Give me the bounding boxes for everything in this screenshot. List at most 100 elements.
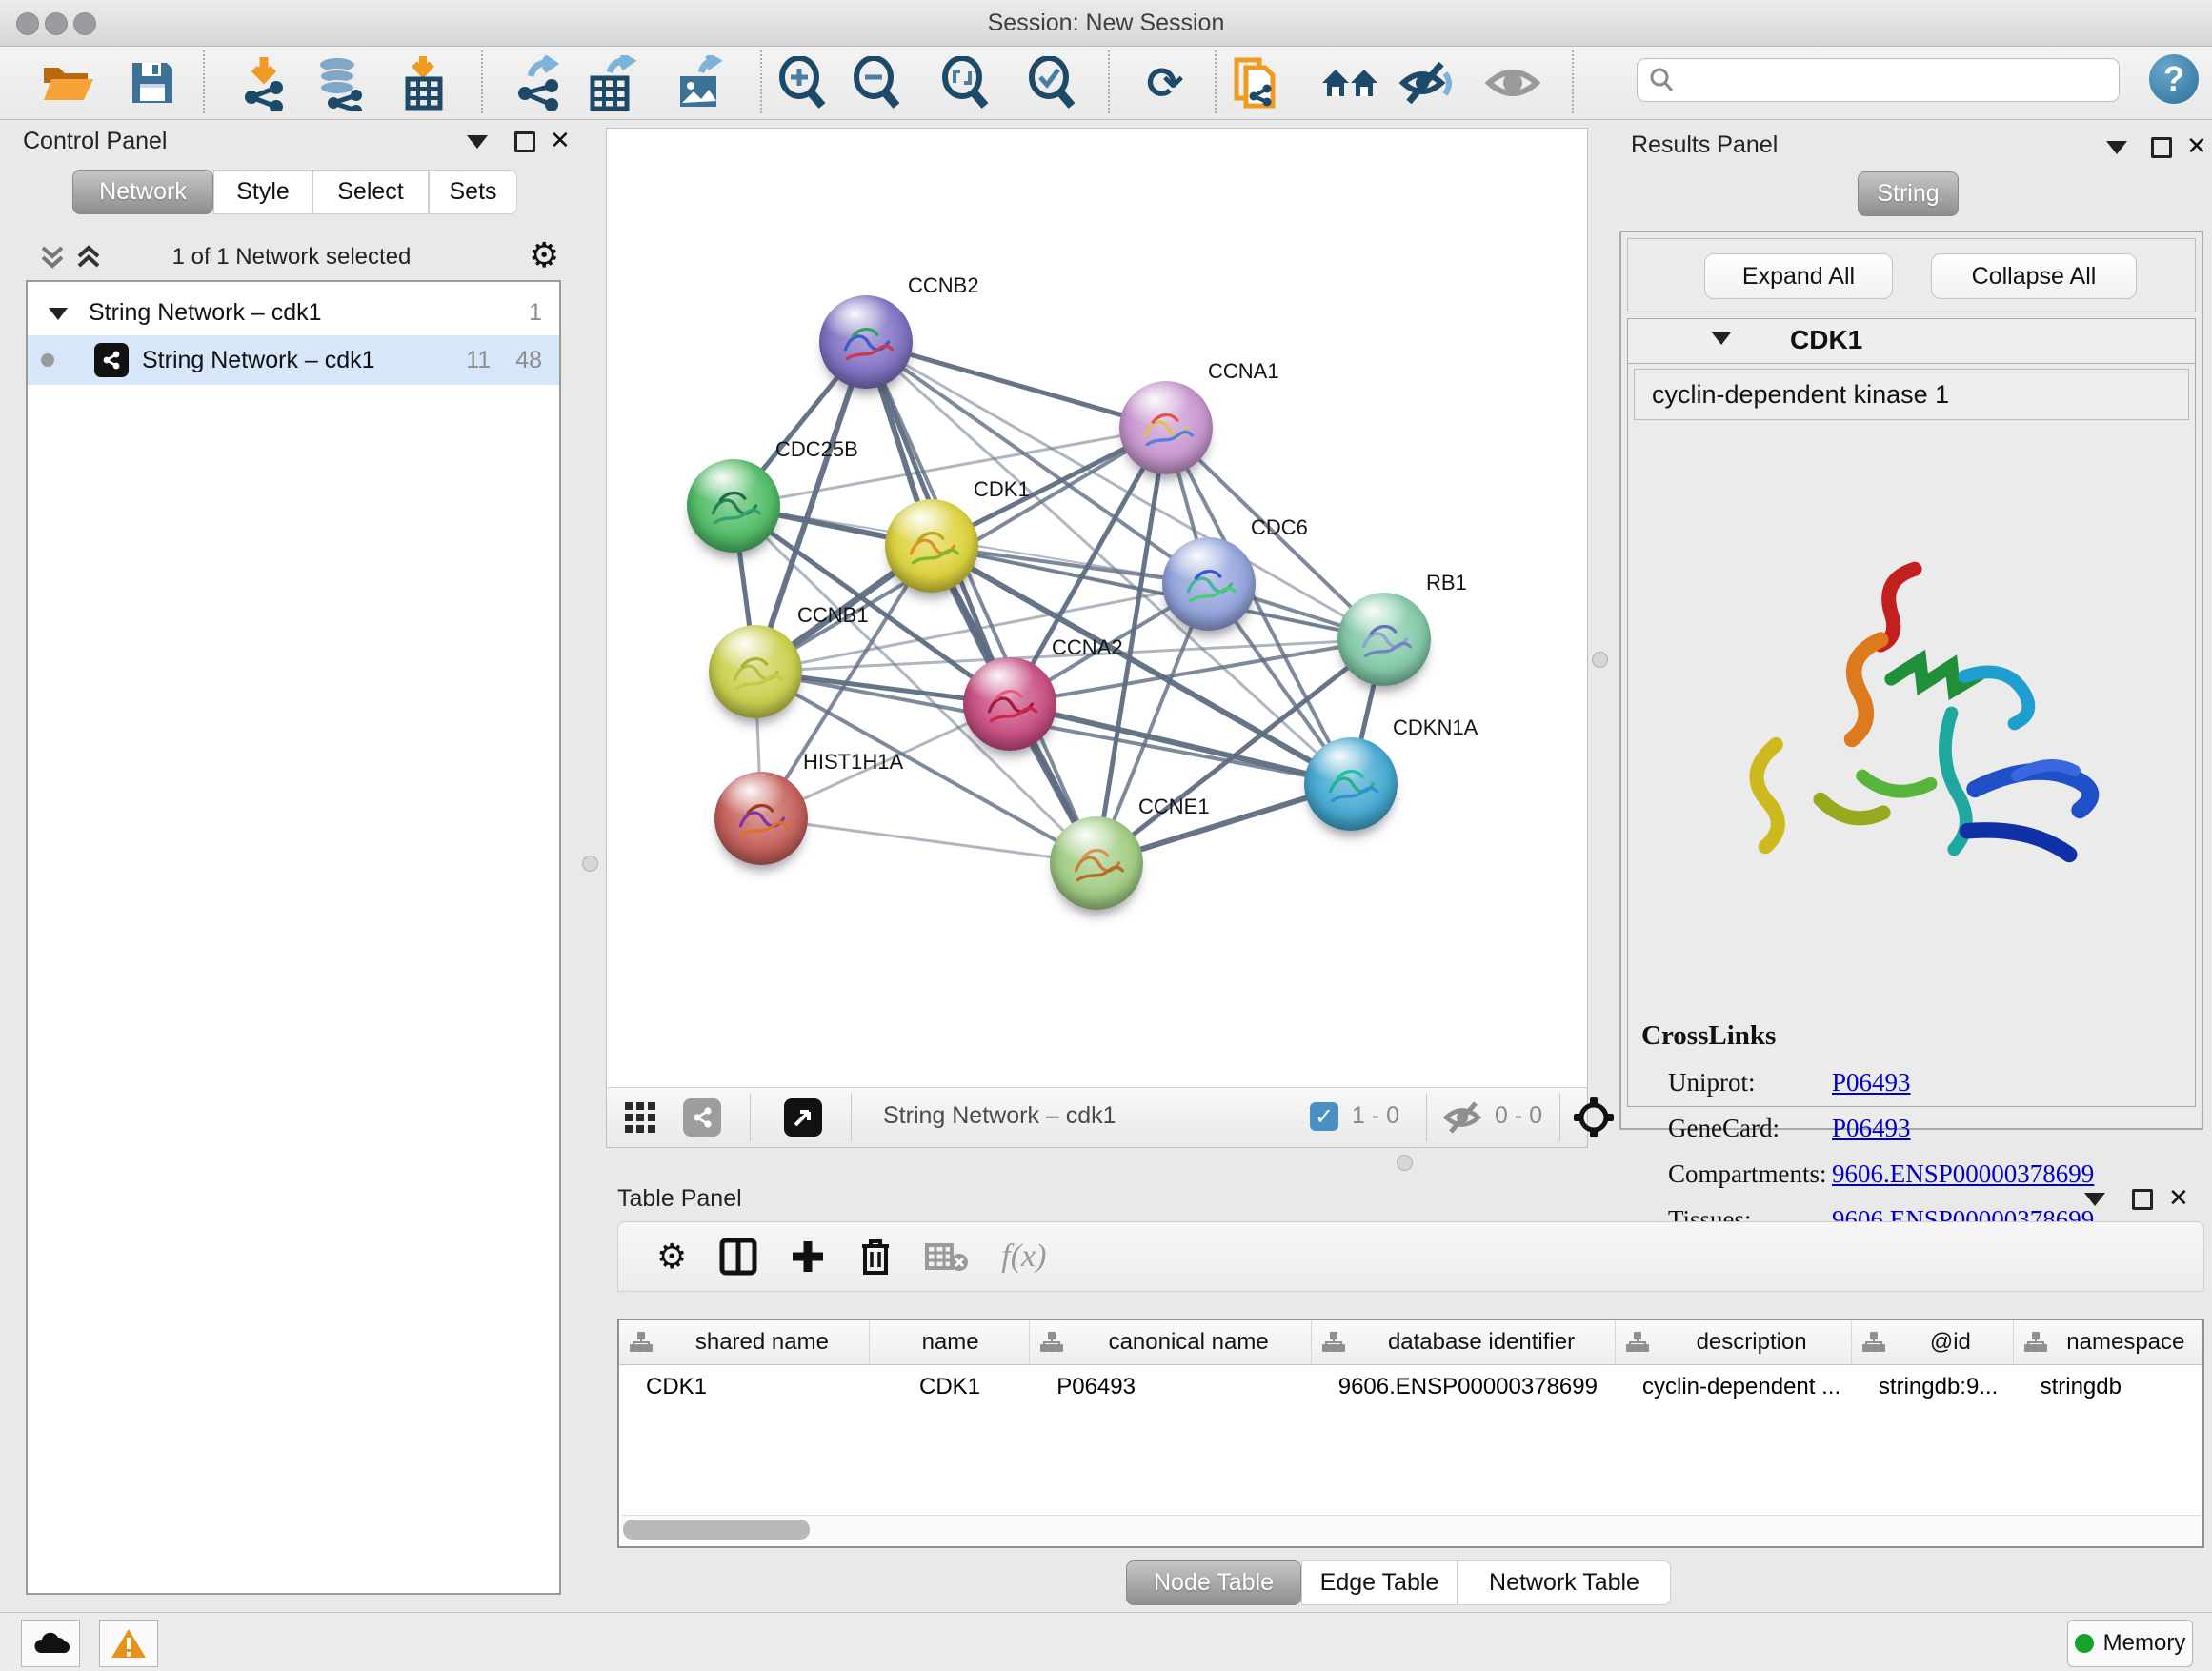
network-node-ccnb2[interactable]: [819, 295, 913, 389]
tab-style[interactable]: Style: [213, 170, 312, 214]
table-cell[interactable]: CDK1: [870, 1365, 1030, 1409]
column-header[interactable]: canonical name: [1030, 1320, 1311, 1364]
search-box[interactable]: [1637, 58, 2120, 102]
network-node-ccne1[interactable]: [1050, 816, 1143, 910]
column-header[interactable]: database identifier: [1312, 1320, 1616, 1364]
column-header[interactable]: name: [870, 1320, 1031, 1364]
column-visibility-icon[interactable]: [719, 1238, 757, 1276]
grid-view-icon[interactable]: [624, 1101, 656, 1134]
table-cell[interactable]: CDK1: [619, 1365, 870, 1409]
save-session-button[interactable]: [122, 52, 183, 113]
network-node-hist1h1a[interactable]: [714, 772, 808, 865]
table-settings-gear-icon[interactable]: ⚙: [656, 1239, 687, 1274]
import-network-database-button[interactable]: [310, 52, 371, 113]
warnings-button[interactable]: [99, 1620, 158, 1667]
collection-name: String Network – cdk1: [89, 299, 322, 327]
tab-string[interactable]: String: [1858, 171, 1959, 216]
zoom-in-button[interactable]: [772, 52, 833, 113]
zoom-out-button[interactable]: [846, 52, 907, 113]
expand-all-button[interactable]: Expand All: [1704, 253, 1893, 299]
table-cell[interactable]: P06493: [1030, 1365, 1312, 1409]
zoom-selected-button[interactable]: [1021, 52, 1082, 113]
selected-checkbox-icon[interactable]: ✓: [1310, 1102, 1338, 1131]
delete-column-icon[interactable]: [858, 1237, 893, 1277]
network-edge[interactable]: [1010, 704, 1351, 784]
add-column-icon[interactable]: [790, 1238, 826, 1275]
network-row-selected[interactable]: String Network – cdk1 11 48: [28, 335, 559, 385]
table-cell[interactable]: cyclin-dependent ...: [1616, 1365, 1852, 1409]
table-toolbar: ⚙ f(x): [617, 1221, 2204, 1292]
collection-disclosure-icon[interactable]: [49, 299, 68, 327]
network-node-rb1[interactable]: [1337, 593, 1431, 686]
tab-network[interactable]: Network: [72, 170, 213, 214]
search-input[interactable]: [1676, 66, 2099, 94]
crosslink-link[interactable]: P06493: [1832, 1114, 1911, 1143]
network-node-cdc6[interactable]: [1162, 537, 1256, 631]
column-header[interactable]: description: [1616, 1320, 1852, 1364]
memory-button[interactable]: Memory: [2067, 1620, 2193, 1667]
protein-section-header[interactable]: CDK1: [1628, 319, 2195, 364]
import-network-file-button[interactable]: [233, 52, 294, 113]
table-panel-collapse-button[interactable]: [2084, 1193, 2105, 1211]
export-image-button[interactable]: [671, 52, 732, 113]
control-panel-collapse-button[interactable]: [467, 135, 488, 153]
status-separator: [851, 1094, 852, 1141]
results-panel-collapse-button[interactable]: [2106, 141, 2127, 159]
left-splitter-handle[interactable]: [582, 856, 598, 872]
protein-disclosure-icon[interactable]: [1712, 332, 1731, 350]
show-hidden-button[interactable]: [1482, 52, 1543, 113]
export-network-button[interactable]: [508, 52, 569, 113]
table-panel-float-button[interactable]: [2132, 1189, 2153, 1215]
scrollbar-thumb[interactable]: [623, 1520, 810, 1540]
refresh-button[interactable]: ⟳: [1135, 52, 1196, 113]
control-panel-float-button[interactable]: [514, 131, 535, 157]
import-table-file-button[interactable]: [392, 52, 453, 113]
column-header[interactable]: @id: [1852, 1320, 2014, 1364]
show-all-networks-button[interactable]: [1319, 52, 1380, 113]
open-session-button[interactable]: [36, 52, 97, 113]
network-node-cdkn1a[interactable]: [1304, 737, 1398, 831]
tab-network-table[interactable]: Network Table: [1458, 1560, 1671, 1605]
horizontal-splitter-handle[interactable]: [1397, 1155, 1413, 1171]
network-view-panel: CCNB2 CCNA1 CDC25B CDK1 CDC6: [606, 128, 1588, 1148]
tab-sets[interactable]: Sets: [429, 170, 517, 214]
results-panel-close-button[interactable]: ✕: [2186, 133, 2207, 159]
network-node-cdk1[interactable]: [885, 499, 978, 593]
save-floppy-icon: [129, 59, 176, 107]
network-node-ccnb1[interactable]: [709, 625, 802, 718]
network-node-ccna1[interactable]: [1119, 381, 1213, 474]
node-table[interactable]: shared namenamecanonical namedatabase id…: [617, 1319, 2204, 1548]
crosslink-link[interactable]: P06493: [1832, 1068, 1911, 1097]
cloud-status-button[interactable]: [21, 1620, 80, 1667]
network-node-cdc25b[interactable]: [687, 459, 780, 553]
network-options-gear-icon[interactable]: ⚙: [529, 238, 559, 272]
tab-select[interactable]: Select: [312, 170, 429, 214]
table-row[interactable]: CDK1CDK1P064939606.ENSP00000378699cyclin…: [619, 1365, 2202, 1409]
tab-edge-table[interactable]: Edge Table: [1301, 1560, 1458, 1605]
control-panel-close-button[interactable]: ✕: [550, 128, 571, 153]
network-canvas[interactable]: CCNB2 CCNA1 CDC25B CDK1 CDC6: [607, 129, 1587, 1088]
column-header[interactable]: namespace: [2014, 1320, 2202, 1364]
birds-eye-view-icon[interactable]: [784, 1098, 822, 1137]
results-panel-float-button[interactable]: [2151, 137, 2172, 163]
network-node-ccna2[interactable]: [963, 657, 1056, 751]
help-button[interactable]: ?: [2149, 54, 2199, 104]
zoom-fit-button[interactable]: [935, 52, 995, 113]
column-header[interactable]: shared name: [619, 1320, 870, 1364]
tab-node-table[interactable]: Node Table: [1126, 1560, 1301, 1605]
duplicate-network-button[interactable]: [1226, 52, 1287, 113]
export-table-button[interactable]: [581, 52, 642, 113]
network-collection-row[interactable]: String Network – cdk1 1: [28, 288, 559, 337]
table-horizontal-scrollbar[interactable]: [621, 1515, 2201, 1544]
table-cell[interactable]: stringdb: [2014, 1365, 2202, 1409]
table-cell[interactable]: 9606.ENSP00000378699: [1312, 1365, 1616, 1409]
eye-slash-icon: [1399, 60, 1455, 106]
network-edge[interactable]: [761, 818, 1096, 863]
table-cell[interactable]: stringdb:9...: [1852, 1365, 2014, 1409]
hide-selected-button[interactable]: [1397, 52, 1458, 113]
collapse-all-button[interactable]: Collapse All: [1931, 253, 2137, 299]
network-view-share-icon[interactable]: [683, 1098, 721, 1137]
network-edge[interactable]: [866, 342, 1096, 863]
protein-name: CDK1: [1790, 325, 1862, 355]
table-panel-close-button[interactable]: ✕: [2168, 1185, 2189, 1211]
